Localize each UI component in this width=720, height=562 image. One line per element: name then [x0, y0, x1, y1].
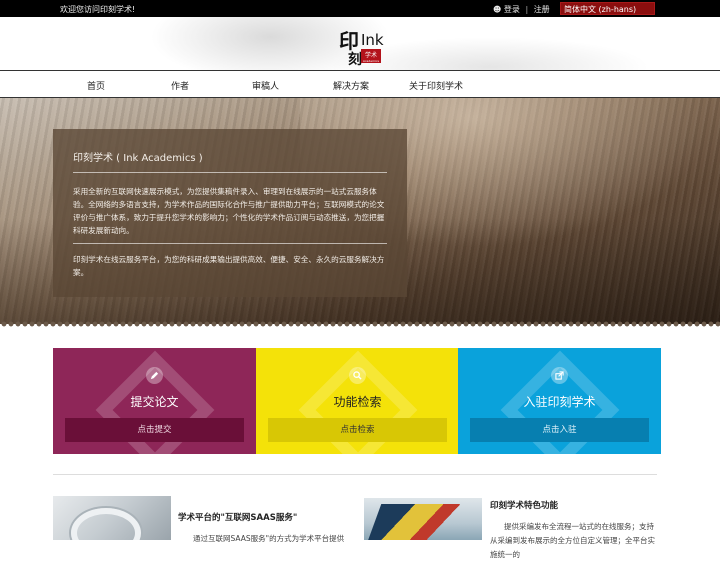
saas-service-image — [53, 496, 171, 540]
card-title: 提交论文 — [130, 395, 179, 409]
register-link[interactable]: 注册 — [534, 5, 550, 14]
submit-paper-button[interactable]: 点击提交 — [65, 418, 244, 442]
auth-separator: | — [525, 5, 529, 14]
search-icon — [349, 367, 366, 384]
site-logo[interactable]: 印 刻 Ink 学术 Academics — [338, 26, 384, 66]
hero-banner: 印刻学术 ( Ink Academics ) 采用全新的互联网快速展示模式，为您… — [0, 98, 720, 324]
nav-item-reviewers[interactable]: 审稿人 — [252, 79, 279, 92]
image-decoration — [71, 508, 141, 540]
site-header: 印 刻 Ink 学术 Academics — [0, 17, 720, 70]
logo-badge-subtext: Academics — [363, 59, 380, 63]
image-decoration — [366, 504, 472, 540]
card-search: 功能检索 点击检索 — [256, 348, 459, 454]
external-link-icon — [551, 367, 568, 384]
logo-badge-text: 学术 — [365, 51, 377, 59]
user-icon: ☻ — [493, 5, 502, 14]
hero-intro-panel: 印刻学术 ( Ink Academics ) 采用全新的互联网快速展示模式，为您… — [53, 129, 407, 297]
nav-item-home[interactable]: 首页 — [87, 79, 105, 92]
features-section-text: 提供采编发布全流程一站式的在线服务；支持从采编到发布展示的全方位自定义管理；全平… — [490, 522, 655, 559]
language-select[interactable]: 简体中文 (zh-hans) — [560, 2, 655, 15]
search-button[interactable]: 点击检索 — [268, 418, 447, 442]
nav-item-solutions[interactable]: 解决方案 — [333, 79, 369, 92]
nav-item-authors[interactable]: 作者 — [171, 79, 189, 92]
saas-section-text: 通过互联网SAAS服务"的方式为学术平台提供 — [193, 534, 345, 543]
auth-links: ☻ 登录 | 注册 — [493, 4, 550, 15]
card-title: 功能检索 — [333, 395, 382, 409]
hero-paragraph: 印刻学术在线云服务平台，为您的科研成果输出提供高效、便捷、安全、永久的云服务解决… — [73, 255, 385, 277]
login-link[interactable]: 登录 — [504, 5, 520, 14]
hero-paragraph: 采用全新的互联网快速展示模式，为您提供集稿件录入、审理到在线展示的一站式云服务体… — [73, 187, 385, 235]
welcome-text: 欢迎您访问印刻学术! — [60, 5, 136, 14]
edit-icon — [146, 367, 163, 384]
card-submit-paper: 提交论文 点击提交 — [53, 348, 256, 454]
logo-ink-text: Ink — [361, 31, 384, 49]
section-divider — [53, 474, 657, 475]
card-join: 入驻印刻学术 点击入驻 — [458, 348, 661, 454]
hero-title: 印刻学术 ( Ink Academics ) — [73, 153, 203, 164]
card-title: 入驻印刻学术 — [523, 395, 596, 409]
logo-glyph-bottom: 刻 — [348, 51, 362, 66]
logo-glyph-left: 印 — [339, 29, 359, 53]
hero-divider — [73, 172, 387, 173]
features-section-title: 印刻学术特色功能 — [490, 501, 559, 511]
hero-divider — [73, 243, 387, 244]
join-button[interactable]: 点击入驻 — [470, 418, 649, 442]
main-nav: 首页 作者 审稿人 解决方案 关于印刻学术 — [0, 70, 720, 98]
nav-item-about[interactable]: 关于印刻学术 — [409, 79, 463, 92]
top-bar: 欢迎您访问印刻学术! ☻ 登录 | 注册 简体中文 (zh-hans) — [0, 0, 720, 17]
saas-section-title: 学术平台的"互联网SAAS服务" — [178, 513, 298, 523]
dotted-divider — [0, 320, 720, 328]
features-image — [364, 498, 482, 540]
